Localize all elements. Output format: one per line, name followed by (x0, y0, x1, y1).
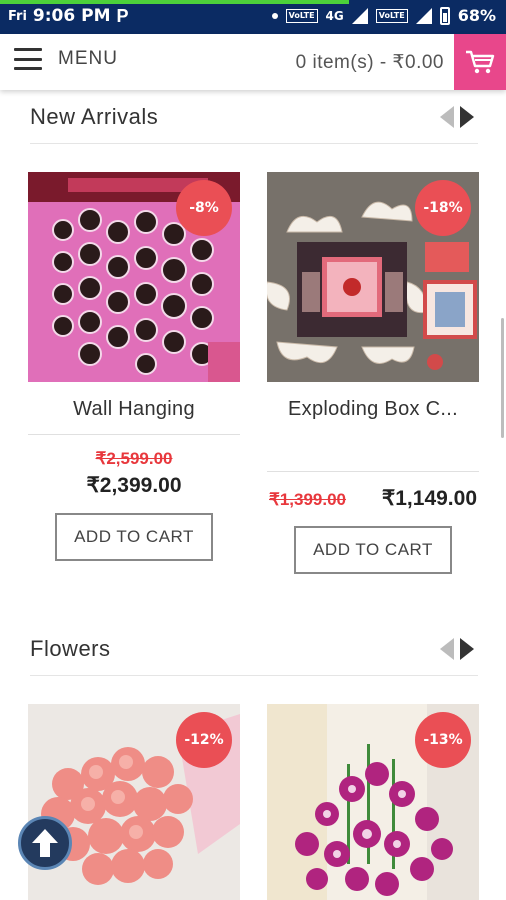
discount-badge: -8% (176, 180, 232, 236)
section-header-flowers: Flowers (30, 628, 478, 676)
signal-icon (351, 7, 368, 24)
old-price: ₹2,599.00 (95, 449, 173, 468)
scroll-top-icon (32, 829, 58, 857)
cart-icon (466, 50, 495, 74)
battery-icon (439, 6, 450, 25)
product-image-exploding-box[interactable]: -18% (267, 172, 479, 382)
product-name[interactable]: Wall Hanging (28, 398, 240, 421)
product-image-carnations[interactable]: -12% (28, 704, 240, 900)
discount-badge: -18% (415, 180, 471, 236)
app-header: MENU 0 item(s) - ₹0.00 (0, 34, 506, 90)
price: ₹1,149.00 (381, 487, 477, 510)
divider (267, 471, 479, 472)
product-card[interactable]: -18% Exploding Box C... ₹1,399.00 ₹1,149… (267, 172, 479, 574)
page-load-progress-fill (0, 0, 350, 4)
network-type: 4G (325, 8, 344, 23)
cart-summary[interactable]: 0 item(s) - ₹0.00 (296, 51, 444, 74)
product-card[interactable]: -13% (267, 704, 479, 900)
product-image-orchids[interactable]: -13% (267, 704, 479, 900)
status-time: 9:06 PM (32, 6, 111, 26)
section-title: New Arrivals (30, 104, 159, 129)
product-card[interactable]: -8% Wall Hanging ₹2,599.00 ₹2,399.00 ADD… (28, 172, 240, 561)
section-title: Flowers (30, 636, 111, 661)
product-card[interactable]: -12% (28, 704, 240, 900)
volte-icon: VoLTE (285, 8, 318, 23)
arrow-left-icon[interactable] (440, 638, 454, 660)
add-to-cart-button[interactable]: ADD TO CART (294, 526, 452, 574)
page-load-progress (0, 0, 506, 4)
product-image-wall-hanging[interactable]: -8% (28, 172, 240, 382)
scroll-top-button[interactable] (18, 816, 72, 870)
section-header-new-arrivals: New Arrivals (30, 96, 478, 144)
app-notification-icon: P (116, 6, 129, 26)
add-to-cart-button[interactable]: ADD TO CART (55, 513, 213, 561)
product-name[interactable]: Exploding Box C... (267, 398, 479, 421)
battery-level: 68% (457, 6, 496, 25)
notification-dot-icon (271, 12, 278, 19)
arrow-right-icon[interactable] (460, 638, 474, 660)
divider (28, 434, 240, 435)
menu-label: MENU (58, 48, 118, 69)
discount-badge: -12% (176, 712, 232, 768)
price: ₹2,399.00 (86, 474, 182, 497)
status-day: Fri (8, 8, 27, 24)
discount-badge: -13% (415, 712, 471, 768)
scrollbar[interactable] (501, 318, 504, 438)
menu-button[interactable]: MENU (14, 48, 118, 70)
old-price: ₹1,399.00 (269, 490, 346, 509)
volte-icon-2: VoLTE (375, 8, 408, 23)
arrow-right-icon[interactable] (460, 106, 474, 128)
arrow-left-icon[interactable] (440, 106, 454, 128)
hamburger-icon (14, 48, 42, 70)
cart-button[interactable] (454, 34, 506, 90)
status-bar: Fri 9:06 PM P VoLTE 4G VoLTE 68% (0, 0, 506, 34)
signal-icon-2 (415, 7, 432, 24)
